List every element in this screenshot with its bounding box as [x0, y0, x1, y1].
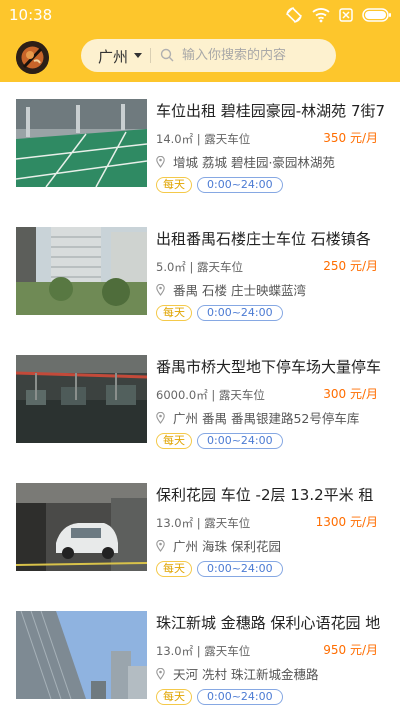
tag-daily: 每天 [156, 689, 192, 705]
rotation-lock-icon [286, 7, 302, 23]
tag-daily: 每天 [156, 177, 192, 193]
location-pin-icon [156, 539, 165, 552]
listing-title: 保利花园 车位 -2层 13.2平米 租 [156, 486, 374, 504]
listing-thumbnail [16, 227, 147, 315]
battery-icon [362, 8, 391, 22]
listing-tags: 每天 0:00~24:00 [156, 305, 283, 321]
tag-time-range: 0:00~24:00 [197, 433, 283, 449]
listing-title: 车位出租 碧桂园豪园-林湖苑 7街7 [156, 102, 386, 120]
listing-tags: 每天 0:00~24:00 [156, 433, 283, 449]
tag-time-range: 0:00~24:00 [197, 561, 283, 577]
location-pin-icon [156, 155, 165, 168]
tag-time-range: 0:00~24:00 [197, 305, 283, 321]
listing-title: 珠江新城 金穗路 保利心语花园 地 [156, 614, 381, 632]
listing-location: 番禺 石楼 庄士映蝶蓝湾 [156, 280, 306, 299]
listing-area-type: 14.0㎡ | 露天车位 [156, 132, 251, 146]
listing-tags: 每天 0:00~24:00 [156, 689, 283, 705]
location-pin-icon [156, 283, 165, 296]
listing-price: 1300 元/月 [315, 515, 378, 529]
listing-thumbnail [16, 611, 147, 699]
listing-thumbnail [16, 355, 147, 443]
tag-daily: 每天 [156, 433, 192, 449]
listing-thumbnail [16, 483, 147, 571]
search-input[interactable] [182, 39, 332, 72]
city-selector[interactable]: 广州 [98, 46, 128, 67]
list-item[interactable]: 珠江新城 金穗路 保利心语花园 地 13.0㎡ | 露天车位 950 元/月 天… [0, 594, 400, 711]
location-pin-icon [156, 411, 165, 424]
listing-tags: 每天 0:00~24:00 [156, 561, 283, 577]
list-item[interactable]: 车位出租 碧桂园豪园-林湖苑 7街7 14.0㎡ | 露天车位 350 元/月 … [0, 82, 400, 210]
tag-daily: 每天 [156, 305, 192, 321]
header: 广州 [0, 30, 400, 82]
listing-price: 250 元/月 [323, 259, 378, 273]
divider [150, 48, 151, 63]
listing-location: 增城 荔城 碧桂园·豪园林湖苑 [156, 152, 335, 171]
listing-area-type: 13.0㎡ | 露天车位 [156, 516, 251, 530]
listing-area-type: 5.0㎡ | 露天车位 [156, 260, 243, 274]
listing-price: 350 元/月 [323, 131, 378, 145]
listing-location-text: 天河 冼村 珠江新城金穗路 [173, 667, 319, 682]
list-item[interactable]: 出租番禺石楼庄士车位 石楼镇各 5.0㎡ | 露天车位 250 元/月 番禺 石… [0, 210, 400, 338]
search-icon [160, 48, 174, 62]
listing-thumbnail [16, 99, 147, 187]
listing-price: 950 元/月 [323, 643, 378, 657]
tag-time-range: 0:00~24:00 [197, 177, 283, 193]
status-time: 10:38 [9, 6, 53, 24]
listing-location-text: 番禺 石楼 庄士映蝶蓝湾 [173, 283, 306, 298]
listing-location-text: 广州 番禺 番禺银建路52号停车库 [173, 411, 360, 426]
listing-location-text: 广州 海珠 保利花园 [173, 539, 281, 554]
avatar-image [16, 41, 49, 74]
location-pin-icon [156, 667, 165, 680]
status-bar: 10:38 [0, 0, 400, 30]
listing-location-text: 增城 荔城 碧桂园·豪园林湖苑 [173, 155, 335, 170]
listing-title: 出租番禺石楼庄士车位 石楼镇各 [156, 230, 371, 248]
listing-location: 广州 海珠 保利花园 [156, 536, 281, 555]
wifi-icon [312, 8, 330, 23]
listing-area-type: 13.0㎡ | 露天车位 [156, 644, 251, 658]
chevron-down-icon[interactable] [134, 53, 142, 58]
listing-location: 广州 番禺 番禺银建路52号停车库 [156, 408, 359, 427]
tag-time-range: 0:00~24:00 [197, 689, 283, 705]
status-icons [285, 6, 392, 24]
listing-price: 300 元/月 [323, 387, 378, 401]
listing-title: 番禺市桥大型地下停车场大量停车 [156, 358, 382, 376]
search-bar: 广州 [81, 39, 336, 72]
listing-tags: 每天 0:00~24:00 [156, 177, 283, 193]
listing-location: 天河 冼村 珠江新城金穗路 [156, 664, 318, 683]
list-item[interactable]: 保利花园 车位 -2层 13.2平米 租 13.0㎡ | 露天车位 1300 元… [0, 466, 400, 594]
no-sim-icon [339, 8, 353, 22]
avatar[interactable] [16, 41, 49, 74]
tag-daily: 每天 [156, 561, 192, 577]
list-item[interactable]: 番禺市桥大型地下停车场大量停车 6000.0㎡ | 露天车位 300 元/月 广… [0, 338, 400, 466]
listing-area-type: 6000.0㎡ | 露天车位 [156, 388, 265, 402]
